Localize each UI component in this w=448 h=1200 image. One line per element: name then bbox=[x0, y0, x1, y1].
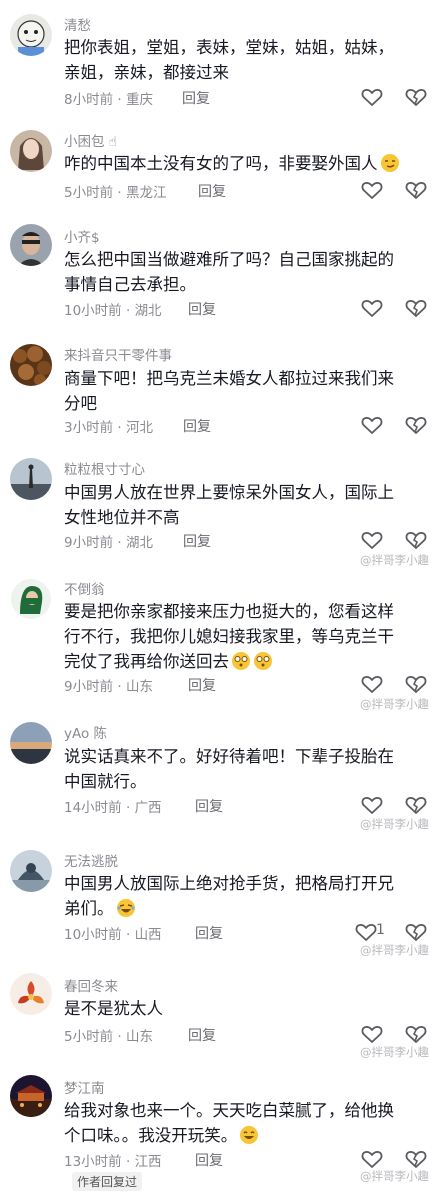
watermark: @拌哥李小趣 bbox=[360, 1169, 429, 1183]
username[interactable]: 梦江南 bbox=[64, 1077, 105, 1097]
username[interactable]: 小齐$ bbox=[64, 226, 100, 246]
heart-icon[interactable] bbox=[360, 413, 384, 437]
watermark: @拌哥李小趣 bbox=[360, 943, 429, 957]
reply-button[interactable]: 回复 bbox=[195, 1150, 223, 1170]
reply-button[interactable]: 回复 bbox=[195, 923, 223, 943]
comment-text: 怎么把中国当做避难所了吗？自己国家挑起的事情自己去承担。 bbox=[64, 250, 394, 294]
reply-button[interactable]: 回复 bbox=[198, 181, 226, 201]
username[interactable]: yAo 陈 bbox=[64, 722, 107, 742]
comment-text: 是不是犹太人 bbox=[64, 999, 163, 1018]
comment-text: 把你表姐，堂姐，表妹，堂妹，姑姐，姑妹，亲姐，亲妹，都接过来 bbox=[64, 38, 394, 82]
avatar[interactable] bbox=[10, 722, 52, 764]
username[interactable]: 春回冬来 bbox=[64, 975, 118, 995]
avatar[interactable] bbox=[10, 130, 52, 172]
heart-icon[interactable] bbox=[360, 793, 384, 817]
username[interactable]: 清愁 bbox=[64, 14, 91, 34]
avatar[interactable] bbox=[10, 850, 52, 892]
comment-meta: 10小时前 · 湖北 bbox=[64, 303, 162, 319]
comment-text: 中国男人放在世界上要惊呆外国女人，国际上女性地位并不高 bbox=[64, 483, 394, 527]
username[interactable]: 来抖音只干零件事 bbox=[64, 344, 172, 364]
avatar[interactable] bbox=[10, 224, 52, 266]
dislike-icon[interactable] bbox=[404, 85, 428, 109]
comment-text: 中国男人放国际上绝对抢手货，把格局打开兄弟们。 bbox=[64, 874, 394, 918]
username[interactable]: 粒粒根寸寸心 bbox=[64, 458, 145, 478]
dislike-icon[interactable] bbox=[404, 793, 428, 817]
heart-icon[interactable] bbox=[360, 528, 384, 552]
avatar[interactable] bbox=[10, 344, 52, 386]
reply-button[interactable]: 回复 bbox=[183, 531, 211, 551]
comment-meta: 14小时前 · 广西 bbox=[64, 800, 162, 816]
heart-icon[interactable] bbox=[354, 920, 378, 944]
reply-button[interactable]: 回复 bbox=[188, 675, 216, 695]
reply-button[interactable]: 回复 bbox=[188, 299, 216, 319]
comment-meta: 8小时前 · 重庆 bbox=[64, 92, 153, 108]
grinning-emoji-icon bbox=[240, 1126, 259, 1144]
comment-meta: 13小时前 · 江西 bbox=[64, 1154, 162, 1170]
dislike-icon[interactable] bbox=[404, 920, 428, 944]
avatar[interactable] bbox=[10, 578, 52, 620]
heart-icon[interactable] bbox=[360, 672, 384, 696]
comment-meta: 5小时前 · 山东 bbox=[64, 1029, 153, 1045]
watermark: @拌哥李小趣 bbox=[360, 817, 429, 831]
comment-meta: 9小时前 · 山东 bbox=[64, 679, 153, 695]
username[interactable]: 小困包 ☝ bbox=[64, 130, 117, 150]
watermark: @拌哥李小趣 bbox=[360, 1045, 429, 1059]
dislike-icon[interactable] bbox=[404, 413, 428, 437]
flushed-emoji-icon bbox=[232, 652, 250, 670]
dislike-icon[interactable] bbox=[404, 178, 428, 202]
comment-meta: 9小时前 · 湖北 bbox=[64, 535, 153, 551]
dislike-icon[interactable] bbox=[404, 296, 428, 320]
laughing-emoji-icon bbox=[116, 899, 135, 917]
dislike-icon[interactable] bbox=[404, 1022, 428, 1046]
comment-text: 给我对象也来一个。天天吃白菜腻了，给他换个口味。。我没开玩笑。 bbox=[64, 1101, 394, 1145]
hand-icon: ☝ bbox=[104, 134, 118, 150]
avatar[interactable] bbox=[10, 14, 52, 56]
watermark: @拌哥李小趣 bbox=[360, 697, 429, 711]
avatar[interactable] bbox=[10, 1075, 52, 1117]
dislike-icon[interactable] bbox=[404, 672, 428, 696]
reply-button[interactable]: 回复 bbox=[183, 416, 211, 436]
comment-text: 咋的中国本土没有女的了吗，非要娶外国人 bbox=[64, 151, 404, 176]
heart-icon[interactable] bbox=[360, 178, 384, 202]
flushed-emoji-icon bbox=[254, 652, 272, 670]
dislike-icon[interactable] bbox=[404, 528, 428, 552]
username[interactable]: 不倒翁 bbox=[64, 578, 105, 598]
author-replied-badge: 作者回复过 bbox=[72, 1172, 143, 1191]
username[interactable]: 无法逃脱 bbox=[64, 850, 118, 870]
heart-icon[interactable] bbox=[360, 1022, 384, 1046]
comment-meta: 3小时前 · 河北 bbox=[64, 420, 153, 436]
avatar[interactable] bbox=[10, 973, 52, 1015]
comment-text: 要是把你亲家都接来压力也挺大的，您看这样行不行，我把你儿媳妇接我家里，等乌克兰干… bbox=[64, 602, 394, 671]
reply-button[interactable]: 回复 bbox=[195, 796, 223, 816]
smirk-emoji-icon bbox=[380, 154, 399, 172]
comment-meta: 10小时前 · 山西 bbox=[64, 927, 162, 943]
like-count: 1 bbox=[376, 922, 385, 938]
comment-text: 说实话真来不了。好好待着吧！下辈子投胎在中国就行。 bbox=[64, 747, 394, 791]
comment-meta: 5小时前 · 黑龙江 bbox=[64, 185, 167, 201]
heart-icon[interactable] bbox=[360, 296, 384, 320]
reply-button[interactable]: 回复 bbox=[182, 88, 210, 108]
avatar[interactable] bbox=[10, 458, 52, 500]
watermark: @拌哥李小趣 bbox=[360, 553, 429, 567]
heart-icon[interactable] bbox=[360, 85, 384, 109]
comment-text: 商量下吧！把乌克兰未婚女人都拉过来我们来分吧 bbox=[64, 369, 394, 413]
reply-button[interactable]: 回复 bbox=[188, 1025, 216, 1045]
